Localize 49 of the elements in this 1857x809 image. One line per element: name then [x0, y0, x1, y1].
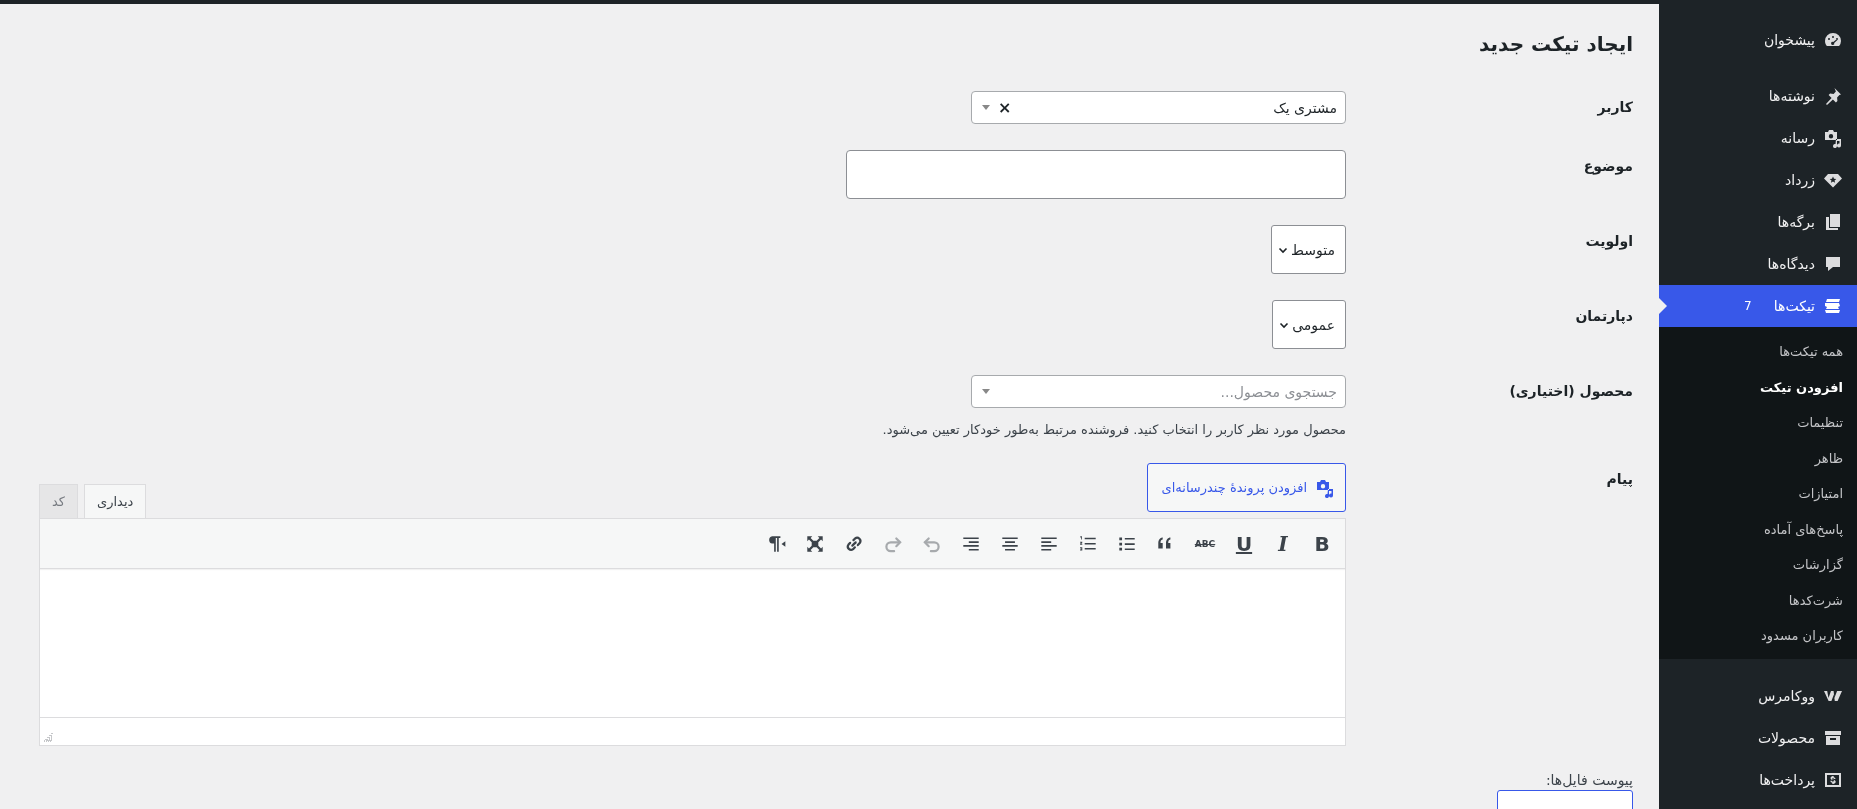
menu-item[interactable]: برگه‌ها	[1659, 201, 1857, 243]
tickets-icon	[1823, 296, 1843, 316]
media-icon	[1823, 128, 1843, 148]
subject-input[interactable]	[846, 150, 1346, 199]
submenu-item[interactable]: گزارشات	[1659, 547, 1857, 583]
clear-button[interactable]: ×	[998, 98, 1012, 117]
menu-item[interactable]: پرداخت‌ها	[1659, 758, 1857, 801]
dropdown-arrow-icon	[982, 105, 990, 110]
submenu-item[interactable]: پاسخ‌های آماده	[1659, 511, 1857, 547]
field-label: اولویت	[1584, 232, 1633, 251]
speech-bubble-icon	[1823, 254, 1843, 274]
menu-item[interactable]: ووکامرس	[1659, 674, 1857, 717]
field-label: پیام	[1605, 470, 1633, 489]
submenu-item[interactable]: کاربران مسدود	[1659, 618, 1857, 654]
field-label: کاربر	[1596, 98, 1633, 117]
priority-select[interactable]: متوسط	[1271, 225, 1346, 274]
add-media-button[interactable]: افزودن پروندهٔ چندرسانه‌ای	[1146, 463, 1346, 512]
field-label: محصول (اختیاری)	[1508, 382, 1633, 401]
submenu-item[interactable]: ظاهر	[1659, 440, 1857, 476]
count-text: 7	[1744, 299, 1752, 313]
pages-icon	[1823, 212, 1843, 232]
menu-item[interactable]: دیدگاه‌ها	[1659, 243, 1857, 285]
help-text: محصول مورد نظر کاربر را انتخاب کنید. فروشنده مرتبط به‌طور خودکار تعیین می‌شود.	[882, 422, 1346, 437]
pushpin-icon	[1823, 86, 1843, 106]
menu-pointer	[1659, 298, 1667, 314]
editor-tab[interactable]: دیداری	[84, 484, 147, 519]
strikethrough-button[interactable]: ABC	[1187, 525, 1223, 562]
menu-item[interactable]: محصولات	[1659, 716, 1857, 759]
italic-button[interactable]: I	[1265, 525, 1301, 562]
field-label: دپارتمان	[1574, 307, 1633, 326]
underline-button[interactable]: U	[1226, 525, 1262, 562]
field-label: موضوع	[1582, 157, 1633, 176]
resize-handle-icon[interactable]	[43, 732, 53, 742]
bold-button[interactable]: B	[1304, 525, 1340, 562]
submenu-item[interactable]: افزودن تیکت	[1659, 369, 1857, 405]
page-title: ایجاد تیکت جدید	[1478, 31, 1633, 58]
menu-item[interactable]: پیشخوان	[1659, 19, 1857, 61]
department-select[interactable]: عمومی	[1272, 300, 1346, 349]
menu-item[interactable]: نوشته‌ها	[1659, 75, 1857, 117]
media-icon	[1315, 477, 1335, 498]
menu-item[interactable]: زرداد	[1659, 159, 1857, 201]
submenu-item[interactable]: شرت‌کدها	[1659, 582, 1857, 618]
dropdown-arrow-icon	[982, 389, 990, 394]
submenu-item[interactable]: امتیازات	[1659, 476, 1857, 512]
submenu-item[interactable]: همه تیکت‌ها	[1659, 334, 1857, 370]
attachments-label: پیوست فایل‌ها:	[1545, 772, 1633, 788]
submenu-item[interactable]: تنظیمات	[1659, 405, 1857, 441]
menu-item[interactable]: رسانه	[1659, 117, 1857, 159]
user-select[interactable]: مشتری یک ×	[971, 91, 1346, 124]
